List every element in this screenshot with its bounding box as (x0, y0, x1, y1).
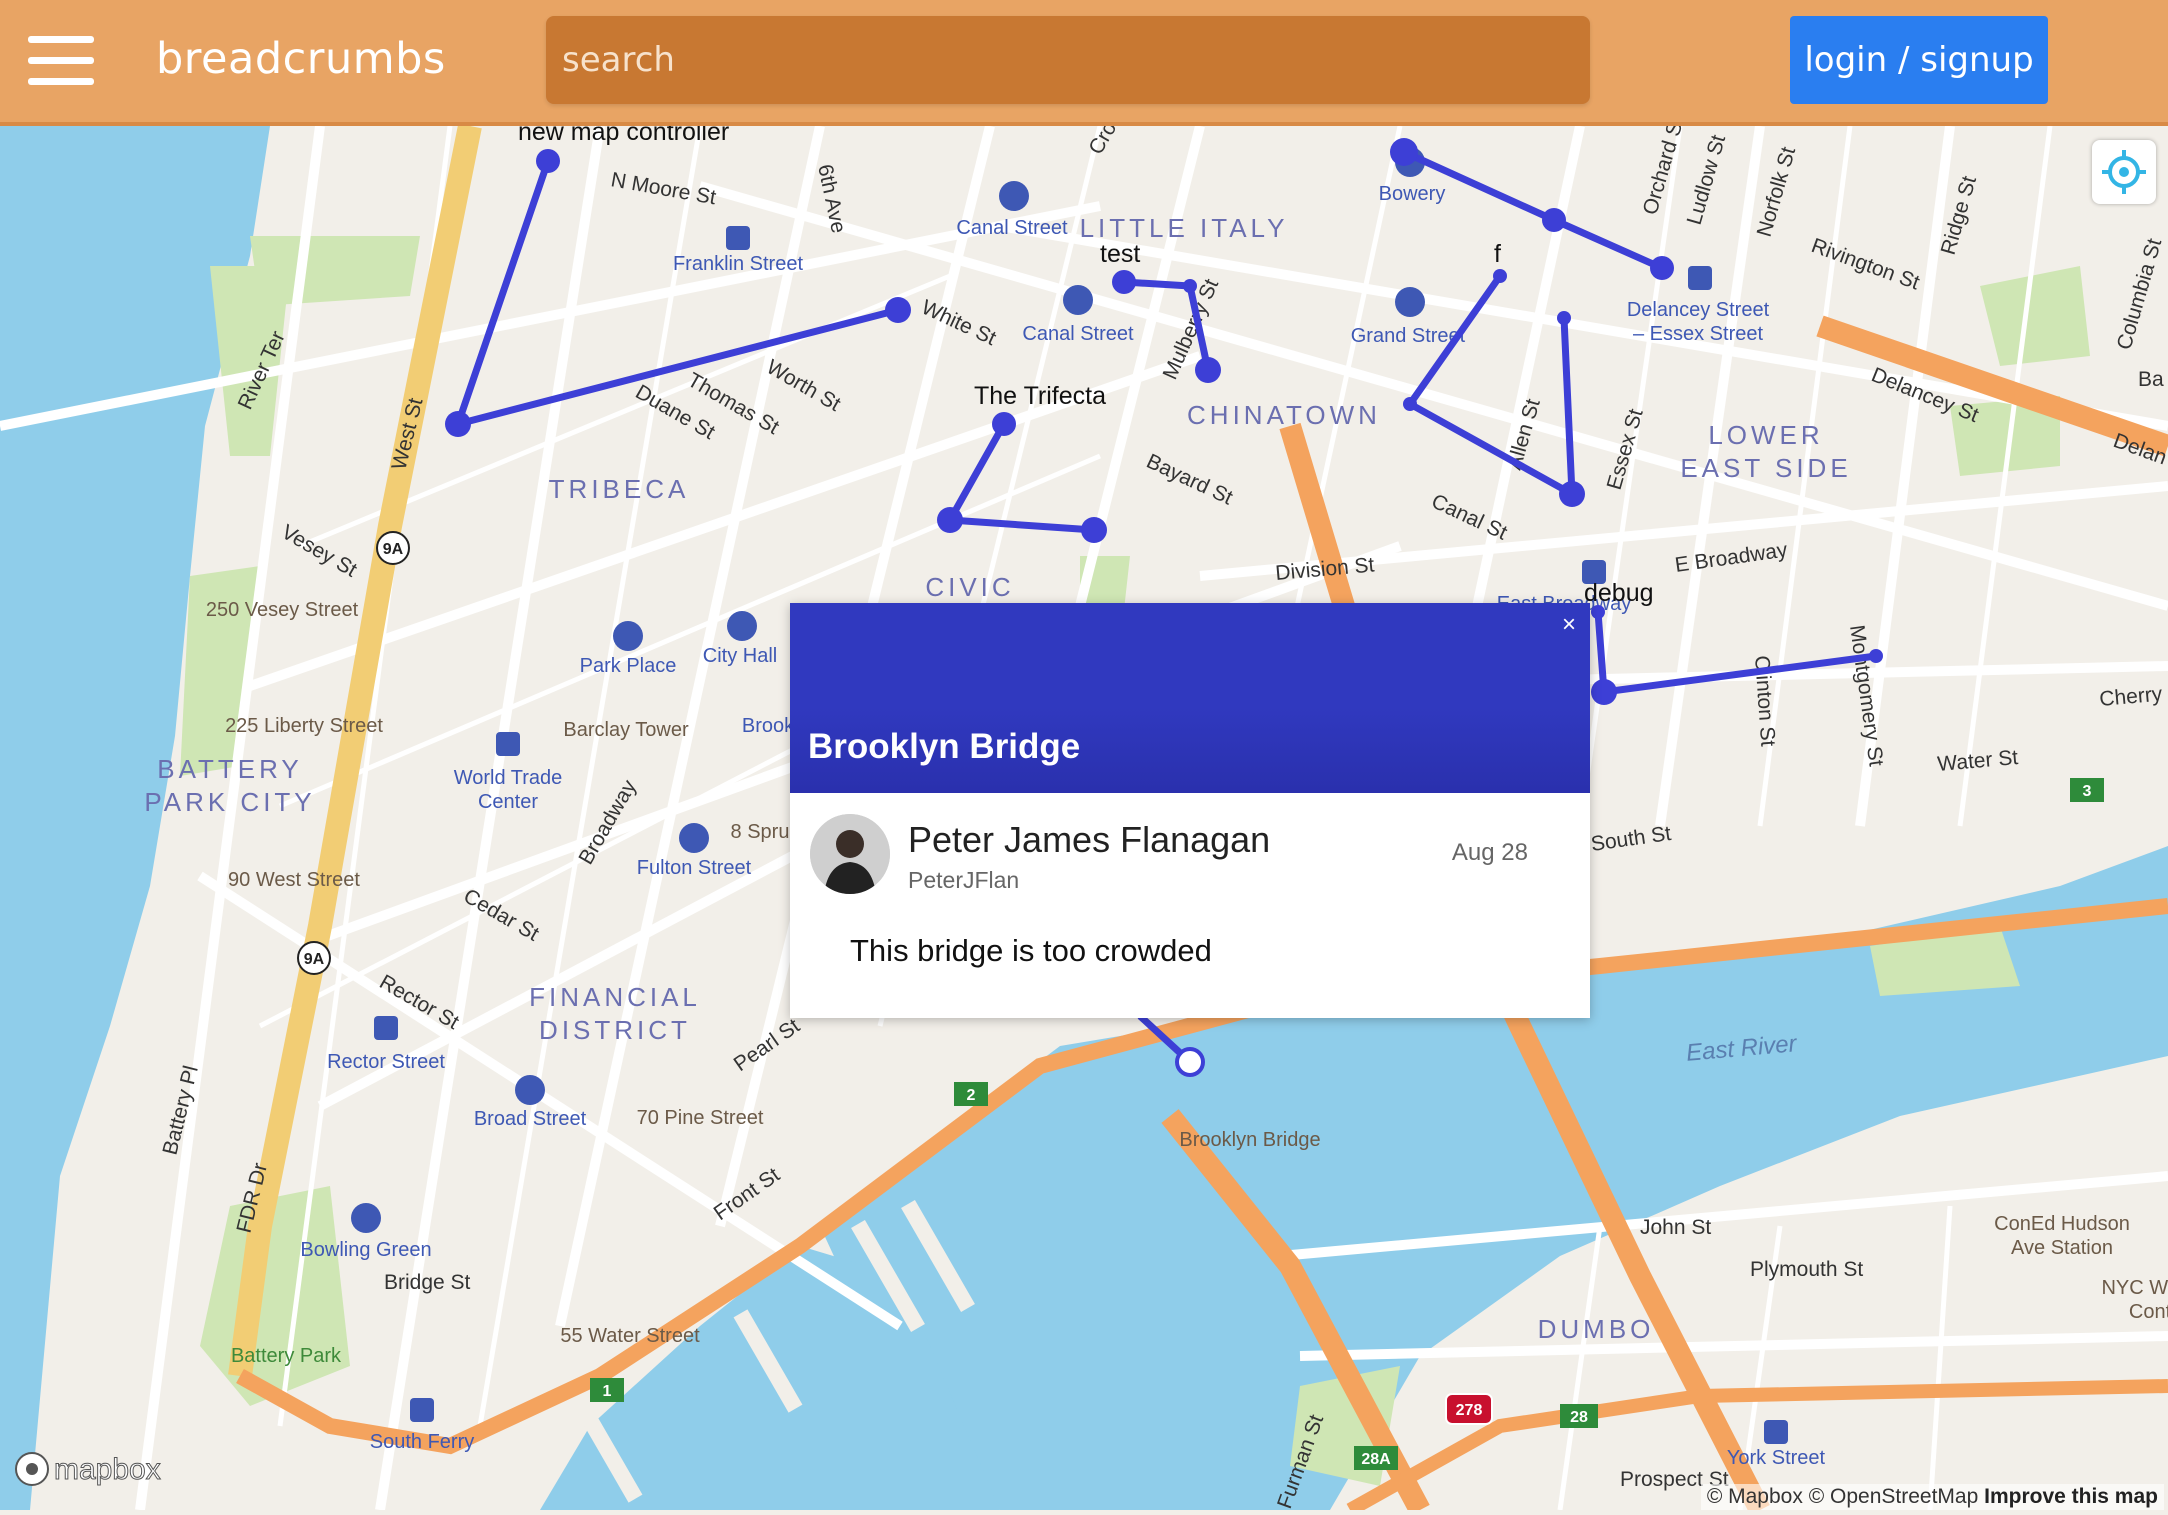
svg-text:York Street: York Street (1727, 1447, 1826, 1469)
svg-text:Bowery: Bowery (1379, 183, 1446, 205)
login-signup-button[interactable]: login / signup (1790, 16, 2048, 104)
svg-text:Franklin Street: Franklin Street (673, 253, 803, 275)
svg-text:Broad Street: Broad Street (474, 1108, 587, 1130)
svg-text:NYC Wa: NYC Wa (2101, 1277, 2168, 1299)
svg-text:Bowling Green: Bowling Green (300, 1239, 431, 1261)
svg-text:2: 2 (967, 1087, 976, 1104)
svg-text:The Trifecta: The Trifecta (974, 382, 1106, 410)
svg-text:Barclay Tower: Barclay Tower (563, 719, 689, 741)
svg-text:55 Water Street: 55 Water Street (560, 1325, 700, 1347)
brand-logo[interactable]: breadcrumbs (156, 34, 446, 84)
svg-text:278: 278 (1456, 1402, 1483, 1419)
close-icon[interactable]: × (1562, 611, 1576, 639)
post-popup: × Brooklyn Bridge Peter James Flanagan P… (790, 603, 1590, 1018)
geolocate-button[interactable] (2092, 140, 2156, 204)
svg-text:9A: 9A (304, 951, 325, 968)
area-label: LITTLE ITALY (1080, 213, 1289, 243)
svg-text:8 Spru: 8 Spru (731, 821, 790, 843)
author-handle[interactable]: PeterJFlan (908, 867, 1019, 894)
area-label: DUMBO (1538, 1314, 1655, 1344)
svg-text:mapbox: mapbox (54, 1453, 161, 1486)
author-name[interactable]: Peter James Flanagan (908, 819, 1270, 861)
svg-text:City Hall: City Hall (703, 645, 777, 667)
post-date: Aug 28 (1451, 839, 1528, 866)
svg-text:Bridge St: Bridge St (384, 1271, 471, 1294)
improve-map-link[interactable]: Improve this map (1984, 1485, 2158, 1508)
svg-text:ConEd Hudson: ConEd Hudson (1994, 1213, 2130, 1235)
svg-text:f: f (1494, 240, 1501, 268)
selected-point-marker (1175, 1047, 1205, 1077)
svg-text:John St: John St (1640, 1216, 1711, 1239)
svg-text:Rector Street: Rector Street (327, 1051, 445, 1073)
crosshair-icon (2102, 150, 2146, 194)
svg-text:225 Liberty Street: 225 Liberty Street (225, 715, 383, 737)
svg-text:Delancey Street: Delancey Street (1627, 299, 1770, 321)
map-attribution: © Mapbox © OpenStreetMap Improve this ma… (1700, 1484, 2164, 1510)
svg-text:Cont: Cont (2129, 1301, 2168, 1323)
svg-text:World Trade: World Trade (454, 767, 563, 789)
svg-text:Ba: Ba (2138, 368, 2164, 391)
svg-text:250 Vesey Street: 250 Vesey Street (206, 599, 359, 621)
svg-text:– Essex Street: – Essex Street (1633, 323, 1764, 345)
svg-text:Brooklyn Bridge: Brooklyn Bridge (1179, 1129, 1320, 1151)
mapbox-logo[interactable]: mapbox (12, 1447, 182, 1496)
area-label: LOWER (1708, 420, 1823, 450)
area-label: TRIBECA (549, 474, 690, 504)
svg-text:Ave Station: Ave Station (2011, 1237, 2113, 1259)
top-navbar: breadcrumbs login / signup (0, 0, 2168, 126)
svg-text:28: 28 (1570, 1409, 1588, 1426)
park (250, 236, 420, 306)
svg-text:28A: 28A (1361, 1451, 1391, 1468)
area-label: PARK CITY (144, 787, 315, 817)
svg-text:Canal Street: Canal Street (1022, 323, 1134, 345)
area-label: CHINATOWN (1187, 400, 1381, 430)
area-label: FINANCIAL (529, 982, 701, 1012)
popup-header: × Brooklyn Bridge (790, 603, 1590, 793)
svg-text:3: 3 (2083, 783, 2092, 800)
user-avatar-icon (810, 814, 890, 894)
mapbox-attribution-link[interactable]: © Mapbox (1707, 1485, 1803, 1508)
area-label: DISTRICT (539, 1015, 691, 1045)
area-label: CIVIC (925, 572, 1014, 602)
svg-text:new map controller: new map controller (518, 126, 729, 146)
svg-text:1: 1 (603, 1383, 612, 1400)
svg-text:Brook: Brook (742, 715, 795, 737)
svg-text:70 Pine Street: 70 Pine Street (637, 1107, 764, 1129)
hamburger-menu-icon[interactable] (28, 36, 94, 86)
svg-text:new: new (1378, 126, 1425, 132)
svg-text:Plymouth St: Plymouth St (1750, 1258, 1863, 1281)
svg-text:9A: 9A (383, 541, 404, 558)
svg-text:Fulton Street: Fulton Street (637, 857, 752, 879)
post-body: This bridge is too crowded (850, 933, 1212, 968)
avatar[interactable] (810, 814, 890, 894)
area-label: BATTERY (157, 754, 303, 784)
svg-text:test: test (1100, 240, 1140, 268)
svg-text:South Ferry: South Ferry (370, 1431, 474, 1453)
svg-text:90 West Street: 90 West Street (228, 869, 360, 891)
svg-text:Park Place: Park Place (580, 655, 677, 677)
svg-text:Canal Street: Canal Street (956, 217, 1068, 239)
popup-title: Brooklyn Bridge (808, 727, 1081, 766)
svg-text:Battery Park: Battery Park (231, 1345, 342, 1367)
osm-attribution-link[interactable]: © OpenStreetMap (1809, 1485, 1979, 1508)
area-label: EAST SIDE (1680, 453, 1851, 483)
svg-text:Center: Center (478, 791, 538, 813)
svg-text:debug: debug (1584, 579, 1654, 607)
search-input[interactable] (546, 16, 1590, 104)
